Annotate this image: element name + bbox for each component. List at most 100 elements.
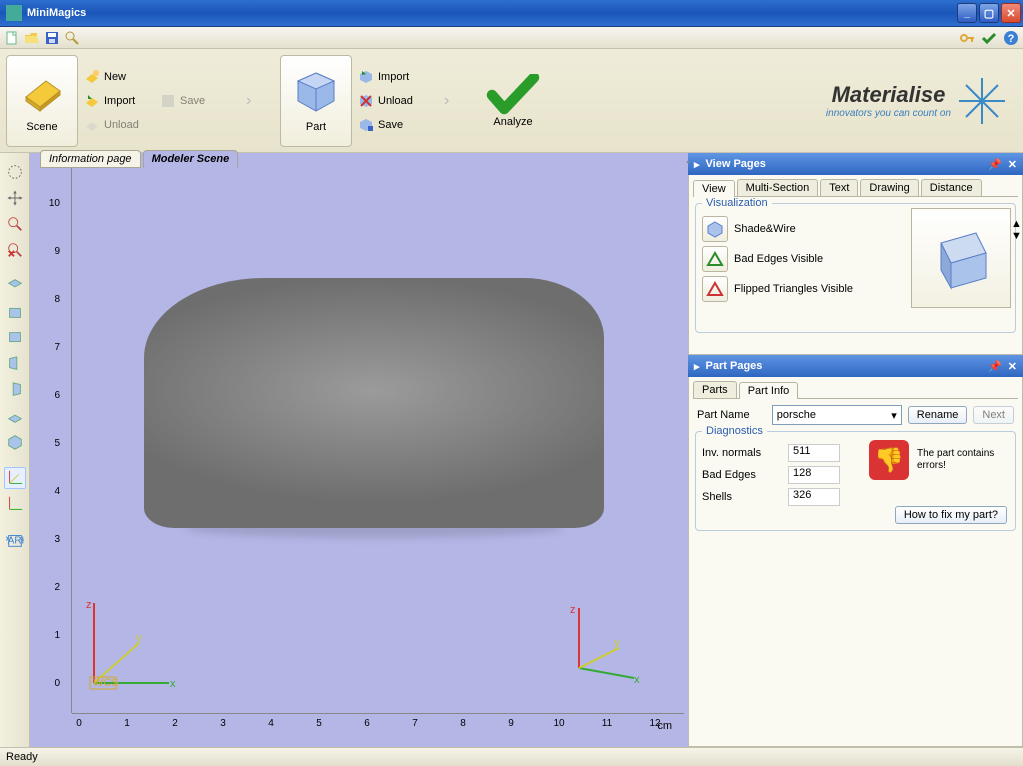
3d-viewport[interactable]: cm 10 9 8 7 6 5 4 3 2 1 0 0 1 2 3 4 5 [34,168,684,743]
part-label: Part [306,121,326,133]
inv-normals-value: 511 [788,444,840,462]
right-panel-dock: ▸ View Pages 📌 ✕ View Multi-Section Text… [688,153,1023,747]
collapse-icon[interactable]: ▸ [694,360,700,373]
brand-star-icon [957,76,1007,126]
part-name-combo[interactable]: porsche▾ [772,405,902,425]
help-icon[interactable]: ? [1003,30,1019,46]
svg-text:y: y [136,632,142,644]
pin-icon[interactable]: 📌 [988,158,1002,171]
tab-view[interactable]: View [693,180,735,197]
app-icon [6,5,22,21]
pan-tool-button[interactable] [4,187,26,209]
status-bar: Ready [0,747,1023,766]
bad-edges-value: 128 [788,466,840,484]
3d-model-porsche[interactable] [144,278,604,528]
part-save-button[interactable]: Save [358,115,428,135]
wcs-axis-indicator: z x y WCS [84,593,184,693]
orientation-cube[interactable] [911,208,1011,308]
ruler-x: 0 1 2 3 4 5 6 7 8 9 10 11 12 cm [72,713,684,743]
tab-drawing[interactable]: Drawing [860,179,918,196]
svg-text:z: z [570,604,576,616]
zoom-reset-button[interactable] [4,239,26,261]
save-part-icon [358,117,374,133]
shells-label: Shells [702,491,782,503]
visualization-group-label: Visualization [702,197,772,209]
panel-close-icon[interactable]: ✕ [1008,360,1017,373]
tab-distance[interactable]: Distance [921,179,982,196]
part-import-button[interactable]: Import [358,67,428,87]
svg-text:x: x [170,678,176,690]
new-file-icon[interactable] [4,30,20,46]
pin-icon[interactable]: 📌 [988,360,1002,373]
import-part-icon [358,69,374,85]
brand-logo: Materialise innovators you can count on [826,76,1017,126]
view-pages-header[interactable]: ▸ View Pages 📌 ✕ [688,153,1023,175]
viewport-area: Information page Modeler Scene cm 10 9 8… [30,153,688,747]
part-name-label: Part Name [697,409,766,421]
view-iso-button[interactable] [4,431,26,453]
park-button[interactable]: PARK [4,529,26,551]
shade-wire-button[interactable] [702,216,728,242]
view-front-button[interactable] [4,301,26,323]
key-icon[interactable] [959,30,975,46]
tab-multi-section[interactable]: Multi-Section [737,179,819,196]
svg-text:x: x [634,674,640,683]
minimize-button[interactable]: _ [957,3,977,23]
diagnostics-group-label: Diagnostics [702,425,767,437]
tab-modeler-scene[interactable]: Modeler Scene [143,150,239,168]
scene-import-button[interactable]: Import [84,91,154,111]
bad-edges-button[interactable] [702,246,728,272]
how-to-fix-button[interactable]: How to fix my part? [895,506,1007,524]
flipped-triangles-button[interactable] [702,276,728,302]
collapse-icon[interactable]: ▸ [694,158,700,171]
import-scene-icon [84,93,100,109]
status-text: Ready [6,751,38,763]
check-icon[interactable] [981,30,997,46]
analyze-icon [485,74,541,116]
part-unload-button[interactable]: Unload [358,91,428,111]
view-bottom-button[interactable] [4,405,26,427]
axis-alt-button[interactable] [4,493,26,515]
tab-part-info[interactable]: Part Info [739,382,799,399]
next-button: Next [973,406,1014,424]
tab-information-page[interactable]: Information page [40,150,141,168]
save-icon[interactable] [44,30,60,46]
part-section-button[interactable]: Part [280,55,352,147]
tab-parts[interactable]: Parts [693,381,737,398]
part-pages-header[interactable]: ▸ Part Pages 📌 ✕ [688,355,1023,377]
scene-section-button[interactable]: Scene [6,55,78,147]
inv-normals-label: Inv. normals [702,447,782,459]
scene-unload-button: Unload [84,115,154,135]
ribbon: Scene New Import Unload Save › Part Impo… [0,49,1023,153]
brand-name: Materialise [826,82,951,108]
quick-toolbar: ? [0,27,1023,49]
ruler-x-unit: cm [657,720,672,732]
open-folder-icon[interactable] [24,30,40,46]
axis-toggle-button[interactable] [4,467,26,489]
window-title: MiniMagics [27,7,955,19]
zoom-tool-button[interactable] [4,213,26,235]
view-right-button[interactable] [4,379,26,401]
svg-text:y: y [614,637,620,649]
view-left-button[interactable] [4,353,26,375]
close-button[interactable]: ✕ [1001,3,1021,23]
view-top-button[interactable] [4,275,26,297]
tab-text[interactable]: Text [820,179,858,196]
svg-text:WCS: WCS [93,677,119,689]
rotate-tool-button[interactable] [4,161,26,183]
scene-label: Scene [26,121,57,133]
scene-icon [18,69,66,117]
new-scene-icon [84,69,100,85]
search-icon[interactable] [64,30,80,46]
analyze-button[interactable]: Analyze [478,55,548,147]
maximize-button[interactable]: ▢ [979,3,999,23]
svg-text:z: z [86,599,92,611]
panel-close-icon[interactable]: ✕ [1008,158,1017,171]
thumbs-down-icon: 👎 [869,440,909,480]
view-back-button[interactable] [4,327,26,349]
scene-new-button[interactable]: New [84,67,154,87]
cube-scrollbar[interactable]: ▲▼ [1011,218,1023,242]
rename-button[interactable]: Rename [908,406,968,424]
brand-tagline: innovators you can count on [826,108,951,119]
shells-value: 326 [788,488,840,506]
